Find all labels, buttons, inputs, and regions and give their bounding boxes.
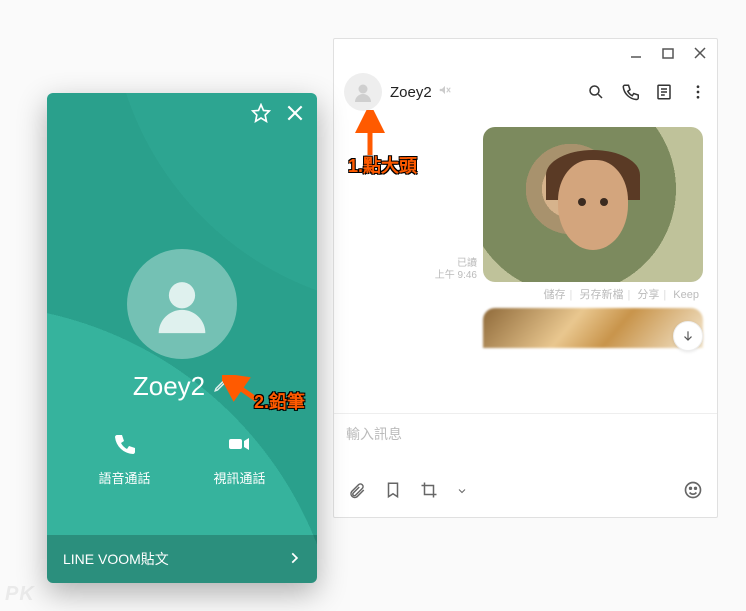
attach-icon[interactable]: [348, 481, 366, 504]
chevron-right-icon: [287, 551, 301, 568]
close-window-button[interactable]: [693, 46, 707, 60]
message-action-links: 儲存| 另存新檔| 分享| Keep: [348, 286, 699, 302]
voice-call-button[interactable]: 語音通話: [98, 432, 150, 487]
profile-top-actions: [47, 93, 317, 139]
contact-avatar-large[interactable]: [127, 249, 237, 359]
minimize-button[interactable]: [629, 46, 643, 60]
link-save-as[interactable]: 另存新檔: [579, 289, 623, 301]
profile-card: Zoey2 語音通話 視訊通話 LINE VOOM貼文: [47, 93, 317, 583]
more-options-icon[interactable]: [689, 83, 707, 101]
message-row: [348, 308, 703, 348]
message-input-area[interactable]: 輸入訊息: [334, 413, 717, 472]
notes-icon[interactable]: [655, 83, 673, 101]
bookmark-icon[interactable]: [384, 481, 402, 504]
link-share[interactable]: 分享: [637, 289, 659, 301]
capture-icon[interactable]: [420, 481, 438, 504]
message-input-placeholder: 輸入訊息: [346, 424, 705, 464]
voom-label: LINE VOOM貼文: [63, 549, 169, 569]
phone-icon: [98, 432, 150, 462]
voice-call-label: 語音通話: [98, 468, 150, 487]
contact-name: Zoey2: [390, 84, 432, 101]
search-icon[interactable]: [587, 83, 605, 101]
message-row: 已讀 上午 9:46: [348, 127, 703, 282]
chat-messages: 已讀 上午 9:46 儲存| 另存新檔| 分享| Keep: [334, 117, 717, 413]
muted-icon: [438, 83, 452, 102]
link-keep[interactable]: Keep: [673, 289, 699, 301]
video-call-label: 視訊通話: [213, 468, 265, 487]
phone-icon[interactable]: [621, 83, 639, 101]
close-icon[interactable]: [285, 103, 305, 129]
chat-header-actions: [587, 83, 707, 101]
voom-posts-row[interactable]: LINE VOOM貼文: [47, 535, 317, 583]
emoji-icon[interactable]: [683, 480, 703, 505]
edit-name-pencil-icon[interactable]: [213, 375, 231, 398]
message-time: 上午 9:46: [435, 270, 477, 282]
message-image-partial[interactable]: [483, 308, 703, 348]
video-icon: [213, 432, 265, 462]
star-icon[interactable]: [251, 103, 271, 129]
link-save[interactable]: 儲存: [544, 289, 566, 301]
chat-header: Zoey2: [334, 67, 717, 117]
message-meta: 已讀 上午 9:46: [435, 258, 477, 282]
profile-name-row: Zoey2: [47, 371, 317, 402]
contact-avatar-small[interactable]: [344, 73, 382, 111]
scroll-to-bottom-button[interactable]: [673, 321, 703, 351]
watermark: PK: [5, 583, 35, 606]
window-titlebar: [334, 39, 717, 67]
call-buttons: 語音通話 視訊通話: [47, 432, 317, 487]
message-image[interactable]: [483, 127, 703, 282]
chevron-down-icon[interactable]: [456, 484, 468, 502]
read-status: 已讀: [435, 258, 477, 270]
chat-window: Zoey2 已讀 上午 9:46: [333, 38, 718, 518]
profile-name: Zoey2: [133, 371, 205, 402]
chat-bottom-toolbar: [334, 472, 717, 517]
maximize-button[interactable]: [661, 46, 675, 60]
video-call-button[interactable]: 視訊通話: [213, 432, 265, 487]
